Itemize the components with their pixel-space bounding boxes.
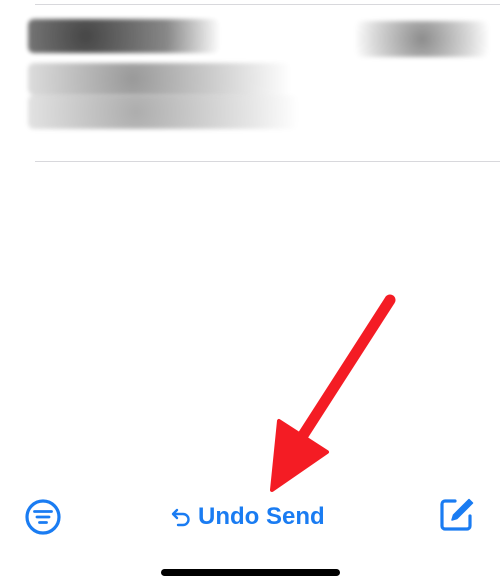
- home-indicator[interactable]: [161, 569, 340, 576]
- undo-arrow-icon: [171, 508, 190, 527]
- bottom-toolbar: Undo Send: [0, 490, 500, 542]
- compose-button[interactable]: [438, 496, 476, 534]
- list-divider-bottom: [35, 161, 500, 162]
- redacted-date: [356, 21, 488, 57]
- undo-send-label: Undo Send: [198, 503, 325, 530]
- filter-list-icon: [25, 499, 61, 535]
- redacted-sender: [28, 19, 220, 53]
- mail-list-item[interactable]: [0, 5, 500, 161]
- undo-send-button[interactable]: Undo Send: [170, 500, 325, 534]
- redacted-preview-line-1: [28, 63, 290, 95]
- filter-button[interactable]: [24, 498, 62, 536]
- compose-icon: [440, 498, 474, 531]
- redacted-preview-line-2: [28, 95, 298, 129]
